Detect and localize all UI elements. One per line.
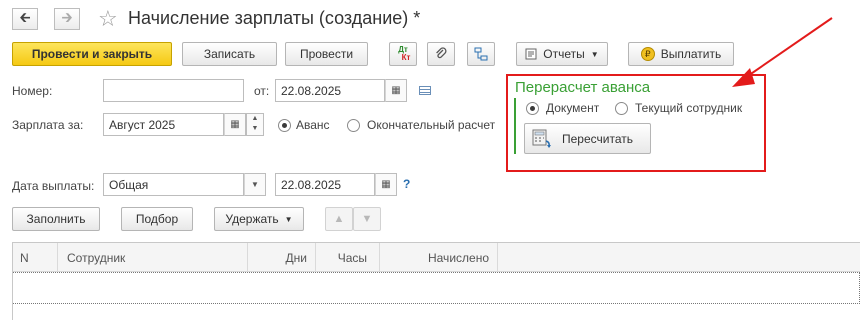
table-header: N Сотрудник Дни Часы Начислено — [12, 242, 860, 273]
post-button[interactable]: Провести — [285, 42, 368, 66]
arrow-right-icon: 🡲 — [61, 9, 73, 25]
recalc-group-title: Перерасчет аванса — [515, 79, 651, 96]
from-date-calendar-button[interactable]: ▦ — [385, 79, 407, 102]
annotation-arrow — [732, 17, 833, 87]
number-field[interactable] — [103, 79, 244, 102]
arrow-down-icon: ▼ — [361, 213, 373, 225]
table-row[interactable] — [12, 272, 860, 304]
current-employee-radio[interactable] — [615, 102, 628, 115]
current-employee-radio-label[interactable]: Текущий сотрудник — [635, 101, 742, 115]
salary-month-calendar-button[interactable]: ▦ — [224, 113, 246, 136]
help-icon[interactable]: ? — [403, 177, 410, 191]
group-accent-line — [514, 98, 516, 154]
final-payment-radio[interactable] — [347, 119, 360, 132]
advance-radio-label[interactable]: Аванс — [296, 118, 330, 132]
ruble-icon: ₽ — [640, 47, 655, 61]
move-down-button[interactable]: ▼ — [353, 207, 381, 231]
stepper-up-icon[interactable]: ▲ — [247, 114, 263, 124]
dropdown-arrow-icon: ▼ — [590, 49, 599, 59]
from-label: от: — [254, 84, 270, 98]
report-icon — [525, 48, 537, 60]
withhold-label: Удержать — [225, 212, 279, 226]
pick-button[interactable]: Подбор — [121, 207, 193, 231]
column-accrued[interactable]: Начислено — [380, 243, 498, 273]
calculator-icon — [532, 129, 551, 148]
move-up-button[interactable]: ▲ — [325, 207, 353, 231]
reports-label: Отчеты — [543, 47, 585, 61]
stepper-down-icon[interactable]: ▼ — [247, 124, 263, 134]
forward-button[interactable]: 🡲 — [54, 8, 80, 30]
back-button[interactable]: 🡰 — [12, 8, 38, 30]
paperclip-icon — [436, 47, 447, 59]
recalculate-button[interactable]: Пересчитать — [524, 123, 651, 154]
dt-kt-button[interactable]: Дт Кт — [389, 42, 417, 66]
calendar-icon: ▦ — [230, 119, 240, 130]
pay-label: Выплатить — [660, 47, 722, 61]
salary-for-label: Зарплата за: — [12, 118, 84, 132]
payment-type-dropdown-button[interactable]: ▼ — [244, 173, 266, 196]
payment-date-calendar-button[interactable]: ▦ — [375, 173, 397, 196]
payment-date-field[interactable]: 22.08.2025 — [275, 173, 375, 196]
salary-month-field[interactable]: Август 2025 — [103, 113, 224, 136]
hierarchy-icon — [474, 47, 488, 61]
save-button[interactable]: Записать — [182, 42, 277, 66]
advance-radio[interactable] — [278, 119, 291, 132]
reports-menu-button[interactable]: Отчеты ▼ — [516, 42, 608, 66]
month-stepper[interactable]: ▲ ▼ — [246, 113, 264, 136]
dt-kt-icon-lower: Кт — [401, 53, 411, 62]
arrow-left-icon: 🡰 — [19, 9, 31, 25]
calendar-icon: ▦ — [381, 179, 391, 190]
column-number[interactable]: N — [12, 243, 58, 273]
column-hours[interactable]: Часы — [316, 243, 380, 273]
dropdown-arrow-icon: ▼ — [251, 180, 259, 189]
dropdown-arrow-icon: ▼ — [284, 214, 293, 224]
withhold-menu-button[interactable]: Удержать ▼ — [214, 207, 304, 231]
pay-button[interactable]: ₽ Выплатить — [628, 42, 734, 66]
history-icon[interactable] — [419, 86, 431, 95]
arrow-up-icon: ▲ — [333, 213, 345, 225]
payment-type-select[interactable]: Общая — [103, 173, 244, 196]
post-and-close-button[interactable]: Провести и закрыть — [12, 42, 172, 66]
structure-button[interactable] — [467, 42, 495, 66]
document-radio[interactable] — [526, 102, 539, 115]
number-label: Номер: — [12, 84, 53, 98]
star-icon[interactable]: ☆ — [98, 6, 118, 32]
from-date-field[interactable]: 22.08.2025 — [275, 79, 385, 102]
table-left-border — [12, 242, 13, 320]
final-payment-radio-label[interactable]: Окончательный расчет — [367, 118, 506, 132]
column-employee[interactable]: Сотрудник — [58, 243, 248, 273]
attachment-button[interactable] — [427, 42, 455, 66]
recalculate-label: Пересчитать — [562, 131, 633, 146]
column-days[interactable]: Дни — [248, 243, 316, 273]
calendar-icon: ▦ — [391, 85, 401, 96]
page-title: Начисление зарплаты (создание) * — [128, 8, 421, 28]
payment-date-label: Дата выплаты: — [12, 179, 95, 193]
document-radio-label[interactable]: Документ — [546, 101, 599, 115]
fill-button[interactable]: Заполнить — [12, 207, 100, 231]
